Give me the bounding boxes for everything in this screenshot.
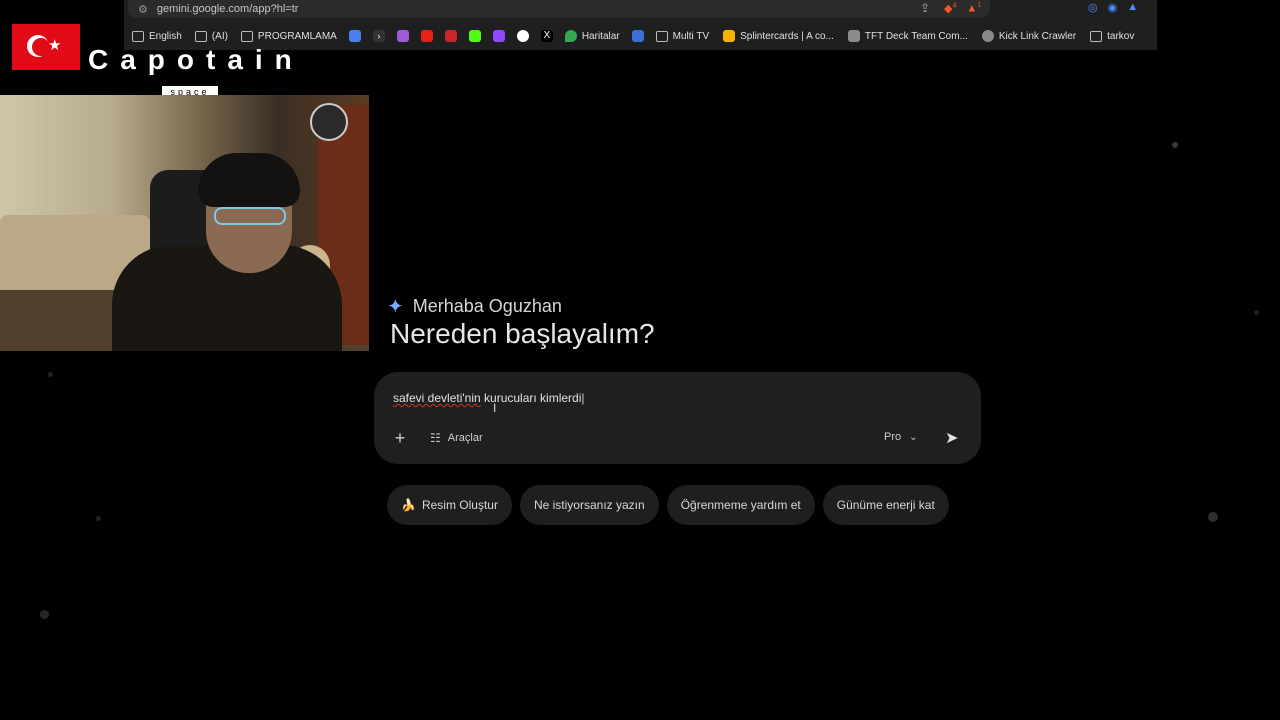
webcam-feed — [0, 95, 369, 351]
tv-icon — [655, 30, 668, 42]
toolbar-icons: ◎ ◉ ▲ — [1088, 1, 1138, 14]
mouse-ibeam-cursor: I — [493, 401, 497, 415]
tft-icon — [847, 30, 860, 42]
bookmark-splintercards[interactable]: Splintercards | A co... — [723, 30, 834, 42]
star-icon: ★ — [48, 37, 62, 54]
vpn-icon[interactable]: ▲ — [1127, 1, 1138, 14]
bookmark-ai[interactable]: (AI) — [194, 30, 228, 42]
translate-icon[interactable] — [348, 30, 361, 42]
prompt-input[interactable]: safevi devleti'nin kurucuları kimlerdi| — [393, 391, 585, 405]
chip-write-anything[interactable]: Ne istiyorsanız yazın — [519, 485, 659, 525]
bookmark-haritalar[interactable]: Haritalar — [564, 30, 620, 42]
tools-button[interactable]: ☷ Araçlar — [430, 431, 483, 445]
bookmark-english[interactable]: English — [132, 30, 182, 42]
send-button[interactable]: ➤ — [945, 428, 958, 448]
chip-label: Resim Oluştur — [421, 498, 498, 512]
chip-energize-day[interactable]: Günüme enerji kat — [822, 485, 949, 525]
tune-icon: ☷ — [430, 431, 441, 445]
extension-icon[interactable]: ◎ — [1088, 1, 1098, 14]
chip-help-me-learn[interactable]: Öğrenmeme yardım et — [666, 485, 815, 525]
chip-create-image[interactable]: 🍌 Resim Oluştur — [387, 485, 512, 525]
stream-brand-title: Capotain — [88, 44, 304, 75]
webcam-person-hair — [198, 153, 300, 207]
prompt-misspelled-text: safevi devleti'nin — [393, 391, 481, 405]
google-icon[interactable] — [516, 30, 529, 42]
text-caret: | — [581, 391, 585, 405]
folder-icon — [194, 30, 207, 42]
suggestion-chips: 🍌 Resim Oluştur Ne istiyorsanız yazın Öğ… — [387, 485, 949, 525]
bookmark-programlama[interactable]: PROGRAMLAMA — [240, 30, 337, 42]
greeting-row: ✦ Merhaba Oguzhan — [387, 296, 562, 317]
webcam-person-glasses — [214, 207, 286, 225]
turkish-flag-logo: ★ — [12, 24, 80, 70]
background-speck — [1208, 512, 1218, 522]
bookmarks-bar: English (AI) PROGRAMLAMA › X Haritalar M… — [124, 26, 1157, 46]
splinter-icon — [723, 30, 736, 42]
folder-icon — [1090, 30, 1103, 42]
bookmark-multitv[interactable]: Multi TV — [655, 30, 709, 42]
play-icon[interactable]: › — [372, 30, 385, 42]
site-info-icon[interactable]: ⚙ — [138, 3, 148, 16]
background-speck — [40, 610, 49, 619]
gemini-sparkle-icon: ✦ — [387, 295, 404, 318]
folder-icon — [240, 30, 253, 42]
twitch-icon[interactable] — [492, 30, 505, 42]
meet-icon[interactable] — [396, 30, 409, 42]
streaming-icon[interactable] — [444, 30, 457, 42]
background-speck — [1172, 142, 1178, 148]
chip-label: Günüme enerji kat — [836, 498, 935, 512]
bookmark-kick-crawler[interactable]: Kick Link Crawler — [981, 30, 1076, 42]
background-speck — [96, 516, 101, 521]
youtube-icon[interactable] — [420, 30, 433, 42]
chip-label: Ne istiyorsanız yazın — [533, 498, 645, 512]
address-bar[interactable]: ⚙ gemini.google.com/app?hl=tr ⇪ — [128, 0, 990, 18]
background-speck — [1254, 310, 1259, 315]
chip-label: Öğrenmeme yardım et — [680, 498, 801, 512]
gamebar-icon[interactable] — [631, 30, 644, 42]
tools-label: Araçlar — [447, 432, 483, 444]
x-icon[interactable]: X — [540, 30, 553, 42]
banana-icon: 🍌 — [401, 498, 416, 512]
model-selector[interactable]: Pro ⌄ — [884, 431, 918, 443]
extensions-bar: ◆4 ▲1 — [944, 0, 981, 16]
chevron-down-icon: ⌄ — [909, 431, 918, 443]
add-file-button[interactable]: + — [392, 428, 408, 449]
brave-rewards-icon[interactable]: ▲1 — [966, 2, 981, 15]
sync-icon[interactable]: ◉ — [1108, 1, 1118, 14]
model-label: Pro — [884, 431, 902, 443]
maps-icon — [564, 30, 577, 42]
folder-icon — [132, 30, 144, 42]
greeting-text: Merhaba Oguzhan — [412, 296, 562, 316]
background-speck — [48, 372, 53, 377]
globe-icon — [981, 30, 994, 42]
prompt-box[interactable]: safevi devleti'nin kurucuları kimlerdi| … — [374, 372, 981, 464]
brave-shield-icon[interactable]: ◆4 — [944, 2, 956, 15]
share-icon[interactable]: ⇪ — [920, 1, 930, 15]
page-headline: Nereden başlayalım? — [390, 318, 655, 349]
kick-icon[interactable] — [468, 30, 481, 42]
webcam-dartboard — [310, 103, 348, 141]
bookmark-tft[interactable]: TFT Deck Team Com... — [847, 30, 968, 42]
url-text: gemini.google.com/app?hl=tr — [156, 3, 299, 15]
bookmark-tarkov[interactable]: tarkov — [1090, 30, 1134, 42]
